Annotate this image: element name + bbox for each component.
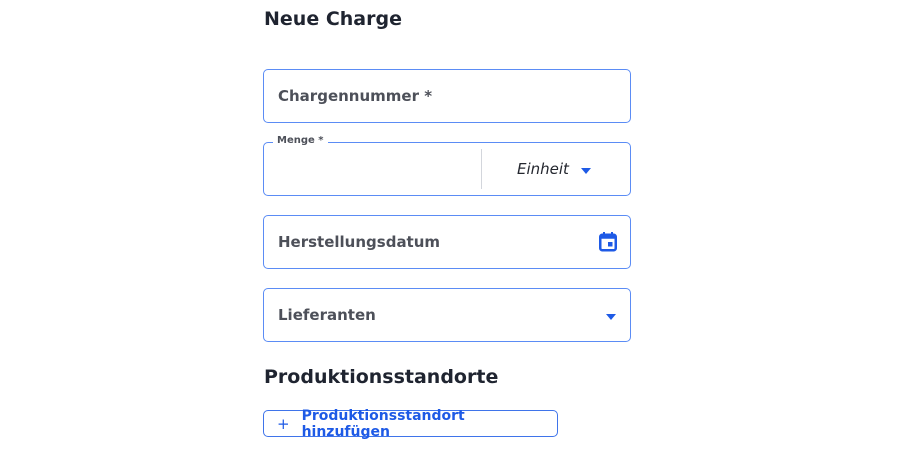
new-batch-form: Neue Charge Chargennummer * Menge * Einh… bbox=[0, 0, 900, 450]
chevron-down-icon bbox=[581, 168, 591, 174]
calendar-icon[interactable] bbox=[599, 232, 617, 252]
chevron-down-icon bbox=[606, 314, 616, 320]
add-production-site-button[interactable]: + Produktionsstandort hinzufügen bbox=[263, 407, 558, 440]
batch-number-label: Chargennummer * bbox=[278, 87, 433, 105]
suppliers-label: Lieferanten bbox=[278, 306, 376, 324]
plus-icon: + bbox=[277, 414, 290, 433]
unit-select-value: Einheit bbox=[517, 160, 569, 178]
production-date-field[interactable]: Herstellungsdatum bbox=[263, 215, 631, 269]
page-title: Neue Charge bbox=[264, 8, 402, 30]
batch-number-field[interactable]: Chargennummer * bbox=[263, 69, 631, 123]
production-date-label: Herstellungsdatum bbox=[278, 233, 441, 251]
unit-select[interactable]: Einheit bbox=[482, 143, 630, 195]
quantity-label: Menge * bbox=[273, 135, 328, 146]
quantity-field[interactable]: Menge * Einheit bbox=[263, 135, 631, 196]
add-production-site-label: Produktionsstandort hinzufügen bbox=[301, 407, 465, 440]
suppliers-field[interactable]: Lieferanten bbox=[263, 288, 631, 342]
production-sites-title: Produktionsstandorte bbox=[264, 366, 499, 388]
